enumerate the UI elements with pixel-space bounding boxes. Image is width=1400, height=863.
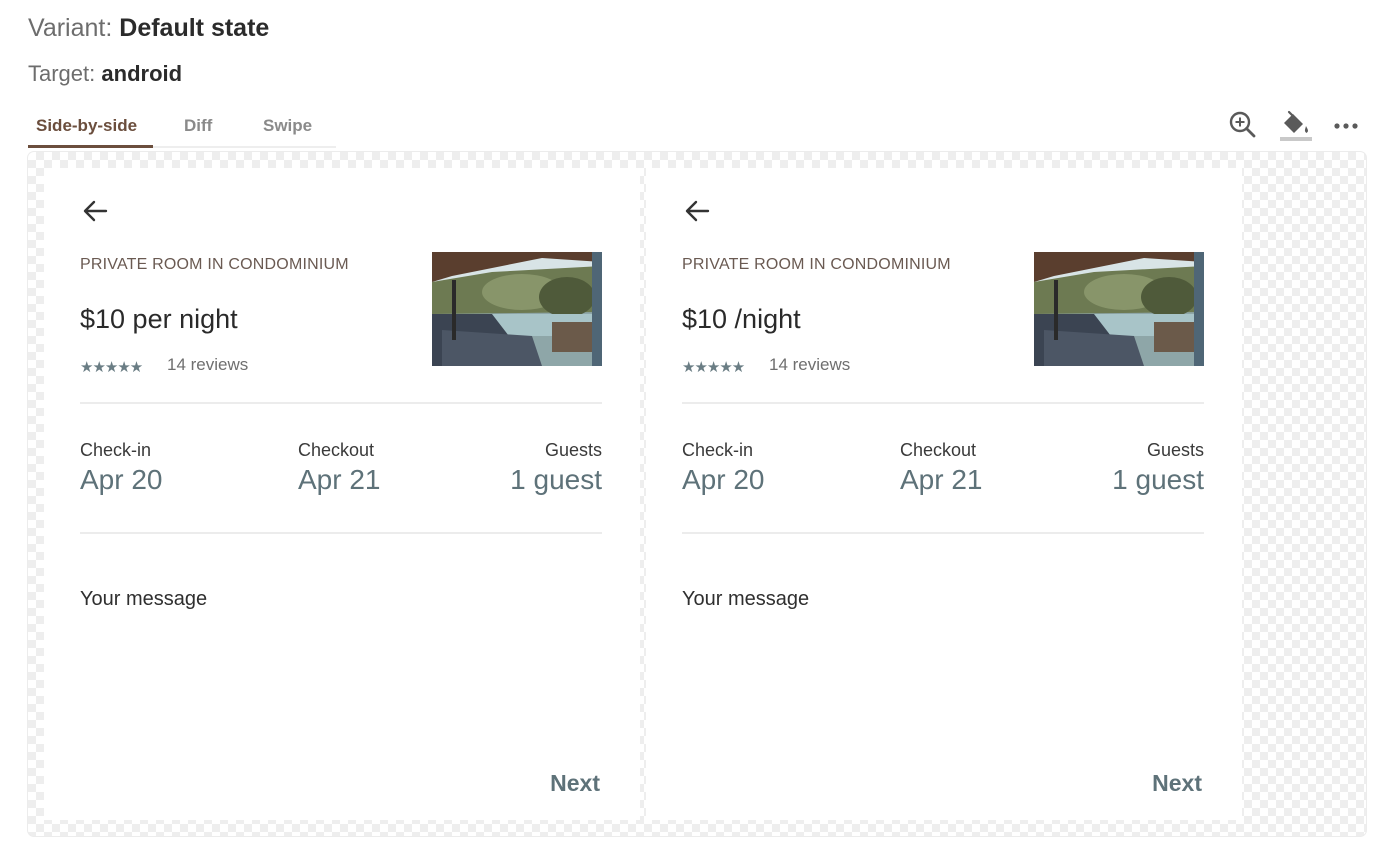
screenshot-panel-current: PRIVATE ROOM IN CONDOMINIUM $10 /night ★… bbox=[646, 168, 1242, 820]
view-mode-tabs: Side-by-side Diff Swipe bbox=[28, 112, 336, 148]
message-label: Your message bbox=[80, 588, 208, 610]
screenshot-panel-baseline: PRIVATE ROOM IN CONDOMINIUM $10 per nigh… bbox=[44, 168, 640, 820]
back-arrow-icon[interactable] bbox=[682, 196, 712, 226]
variant-line: Variant: Default state bbox=[28, 14, 269, 43]
more-icon[interactable] bbox=[1330, 108, 1364, 142]
next-button[interactable]: Next bbox=[550, 770, 600, 797]
checkout-value[interactable]: Apr 21 bbox=[298, 464, 381, 496]
zoom-in-icon[interactable] bbox=[1226, 108, 1260, 142]
next-button[interactable]: Next bbox=[1152, 770, 1202, 797]
checkin-label: Check-in bbox=[80, 440, 152, 460]
guests-label: Guests bbox=[544, 440, 602, 460]
star-rating-icon: ★★★★★ bbox=[682, 359, 745, 376]
comparison-canvas: PRIVATE ROOM IN CONDOMINIUM $10 per nigh… bbox=[28, 152, 1366, 836]
room-type: PRIVATE ROOM IN CONDOMINIUM bbox=[80, 256, 349, 273]
target-line: Target: android bbox=[28, 61, 182, 87]
target-label: Target: bbox=[28, 61, 96, 86]
price: $10 per night bbox=[80, 304, 238, 334]
listing-photo bbox=[1034, 252, 1204, 366]
guests-label: Guests bbox=[1146, 440, 1204, 460]
paint-bucket-icon[interactable] bbox=[1278, 108, 1312, 142]
checkin-value[interactable]: Apr 20 bbox=[80, 464, 163, 496]
reviews-count: 14 reviews bbox=[167, 355, 249, 374]
checkout-label: Checkout bbox=[298, 440, 375, 460]
price: $10 /night bbox=[682, 304, 801, 334]
checkout-value[interactable]: Apr 21 bbox=[900, 464, 983, 496]
active-tab-indicator bbox=[28, 145, 153, 148]
listing-photo bbox=[432, 252, 602, 366]
guests-value[interactable]: 1 guest bbox=[1112, 464, 1204, 496]
variant-label: Variant: bbox=[28, 14, 113, 42]
divider bbox=[80, 532, 602, 534]
back-arrow-icon[interactable] bbox=[80, 196, 110, 226]
tab-side-by-side[interactable]: Side-by-side bbox=[36, 116, 137, 136]
checkout-label: Checkout bbox=[900, 440, 977, 460]
guests-value[interactable]: 1 guest bbox=[510, 464, 602, 496]
divider bbox=[682, 532, 1204, 534]
checkin-value[interactable]: Apr 20 bbox=[682, 464, 765, 496]
variant-value: Default state bbox=[119, 14, 270, 42]
message-label: Your message bbox=[682, 588, 810, 610]
tab-swipe[interactable]: Swipe bbox=[263, 116, 312, 136]
room-type: PRIVATE ROOM IN CONDOMINIUM bbox=[682, 256, 951, 273]
target-value: android bbox=[101, 61, 183, 86]
checkin-label: Check-in bbox=[682, 440, 754, 460]
tab-diff[interactable]: Diff bbox=[184, 116, 212, 136]
divider bbox=[80, 402, 602, 404]
star-rating-icon: ★★★★★ bbox=[80, 359, 143, 376]
reviews-count: 14 reviews bbox=[769, 355, 851, 374]
divider bbox=[682, 402, 1204, 404]
